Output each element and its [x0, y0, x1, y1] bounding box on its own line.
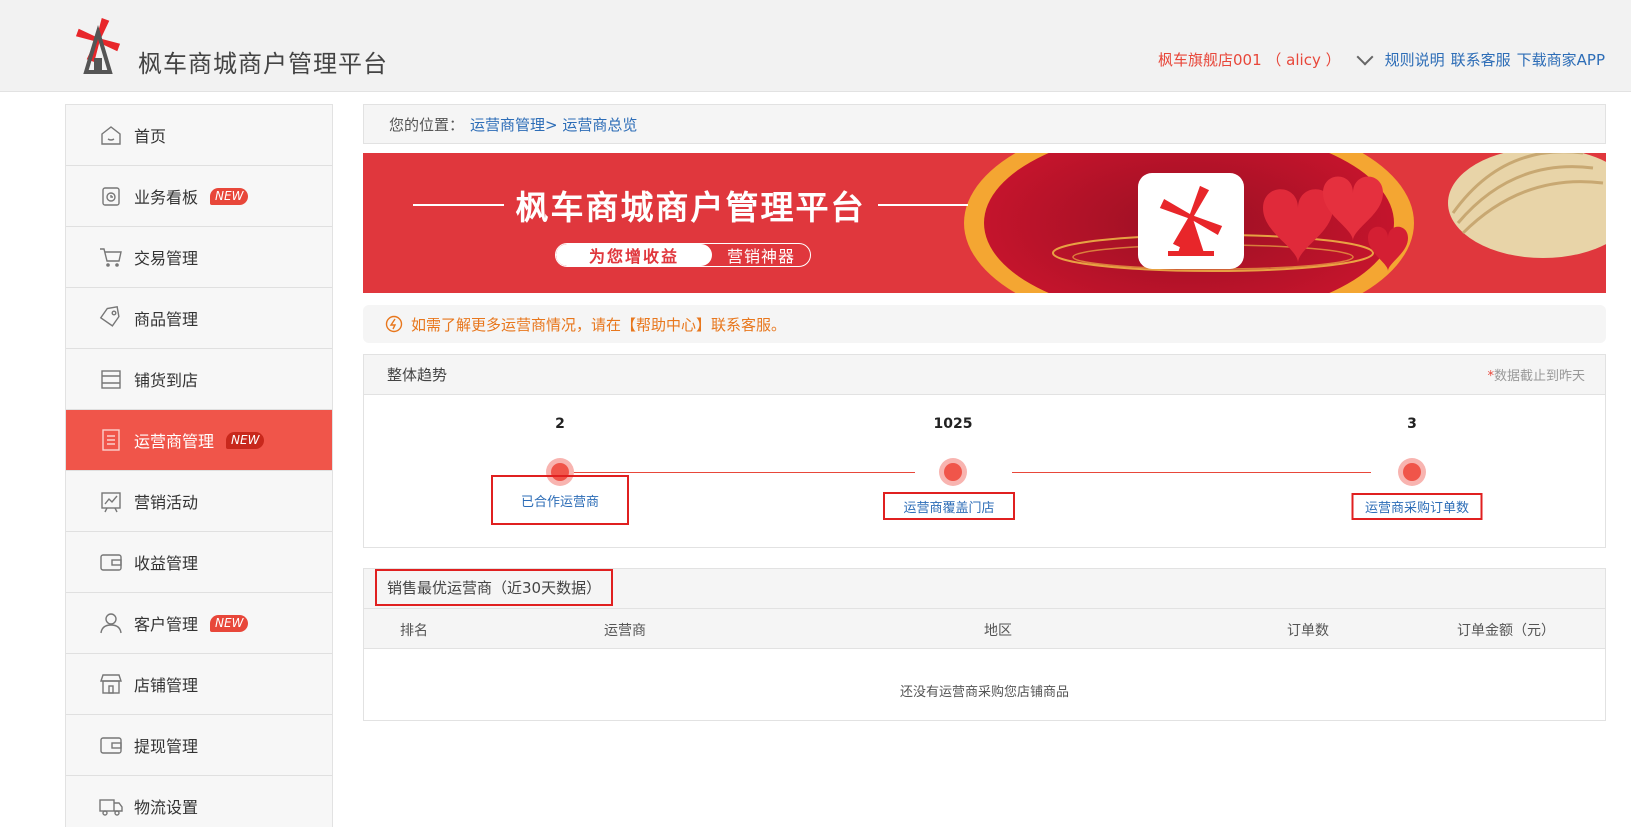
document-icon — [102, 429, 120, 451]
trend-panel: 整体趋势 *数据截止到昨天 2 已合作运营商 1025 运营商覆盖门店 3 运营… — [363, 354, 1606, 548]
slogan-part-b: 营销神器 — [726, 247, 795, 266]
sidebar-item-label: 收益管理 — [134, 554, 199, 573]
sidebar-item-label: 客户管理 — [134, 615, 199, 634]
banner-line-right — [877, 204, 968, 206]
sidebar-item-withdraw[interactable]: 提现管理 — [66, 715, 332, 776]
notice-bar: 如需了解更多运营商情况，请在【帮助中心】联系客服。 — [363, 305, 1606, 343]
sidebar-item-home[interactable]: 首页 — [66, 105, 332, 166]
connector-line — [560, 472, 915, 473]
new-badge: NEW — [226, 431, 265, 449]
store-name[interactable]: 枫车旗舰店001 （ alicy ） — [1158, 49, 1341, 70]
trend-note-text: 数据截止到昨天 — [1493, 369, 1585, 384]
sales-title: 销售最优运营商（近30天数据） — [375, 569, 614, 606]
metric-value: 2 — [555, 416, 565, 432]
sidebar-item-label: 运营商管理 — [134, 432, 215, 451]
home-icon — [101, 126, 121, 145]
wallet-icon — [100, 737, 122, 754]
sidebar-item-dashboard[interactable]: 业务看板 NEW — [66, 166, 332, 227]
column-order-count: 订单数 — [1287, 623, 1329, 639]
logo-icon — [75, 17, 121, 74]
top-operators-panel: 销售最优运营商（近30天数据） 排名 运营商 地区 订单数 订单金额（元） 还没… — [363, 568, 1606, 721]
user-icon — [100, 613, 122, 634]
rules-link[interactable]: 规则说明 — [1385, 49, 1445, 70]
app-logo-icon — [1138, 173, 1244, 269]
chart-board-icon — [101, 492, 121, 513]
sidebar-item-trade[interactable]: 交易管理 — [66, 227, 332, 288]
sidebar-item-label: 铺货到店 — [134, 371, 199, 390]
sidebar-item-distribute[interactable]: 铺货到店 — [66, 349, 332, 410]
dashboard-icon — [102, 187, 120, 206]
brand-title: 枫车商城商户管理平台 — [138, 50, 388, 78]
trend-title: 整体趋势 — [387, 366, 448, 384]
metric-label[interactable]: 运营商覆盖门店 — [883, 492, 1015, 520]
new-badge: NEW — [210, 187, 249, 205]
trend-header: 整体趋势 *数据截止到昨天 — [364, 355, 1605, 395]
breadcrumb-link[interactable]: 运营商管理> 运营商总览 — [470, 114, 637, 135]
shop-icon — [100, 674, 122, 694]
sidebar-item-logistics[interactable]: 物流设置 — [66, 776, 332, 827]
metric-dot — [1398, 458, 1426, 486]
breadcrumb: 您的位置： 运营商管理> 运营商总览 — [363, 104, 1606, 144]
trend-note: *数据截止到昨天 — [1487, 365, 1585, 384]
sidebar-item-label: 商品管理 — [134, 310, 199, 329]
sidebar-item-customer[interactable]: 客户管理 NEW — [66, 593, 332, 654]
wallet-icon — [100, 554, 122, 571]
column-order-amount: 订单金额（元） — [1457, 623, 1555, 639]
sidebar-item-label: 物流设置 — [134, 798, 199, 817]
metric-label[interactable]: 运营商采购订单数 — [1351, 493, 1483, 520]
sidebar-item-income[interactable]: 收益管理 — [66, 532, 332, 593]
top-header: 枫车商城商户管理平台 枫车旗舰店001 （ alicy ） 规则说明 联系客服 … — [0, 0, 1631, 92]
sidebar: 首页 业务看板 NEW 交易管理 商品管理 铺货到店 运营商管理 NEW 营销活… — [65, 104, 333, 827]
column-region: 地区 — [984, 623, 1012, 639]
sidebar-item-label: 营销活动 — [134, 493, 199, 512]
banner-line-left — [413, 204, 504, 206]
tag-icon — [99, 305, 120, 327]
sidebar-item-label: 提现管理 — [134, 737, 199, 756]
sidebar-item-label: 交易管理 — [134, 249, 199, 268]
table-header: 排名 运营商 地区 订单数 订单金额（元） — [364, 609, 1605, 649]
notice-text: 如需了解更多运营商情况，请在【帮助中心】联系客服。 — [411, 315, 787, 334]
cart-icon — [100, 248, 122, 267]
banner-slogan: 为您增收益 营销神器 — [555, 243, 811, 267]
connector-line — [1012, 472, 1371, 473]
sidebar-item-goods[interactable]: 商品管理 — [66, 288, 332, 349]
help-circle-icon — [385, 315, 403, 333]
metric-dot — [939, 458, 967, 486]
sidebar-item-label: 业务看板 — [134, 188, 199, 207]
slogan-part-a: 为您增收益 — [556, 244, 712, 266]
chevron-down-icon[interactable] — [1356, 48, 1374, 66]
metric-label[interactable]: 已合作运营商 — [491, 475, 629, 525]
column-operator: 运营商 — [604, 623, 646, 639]
sales-header: 销售最优运营商（近30天数据） — [364, 569, 1605, 609]
breadcrumb-prefix: 您的位置： — [389, 115, 465, 134]
metric-value: 1025 — [933, 416, 973, 432]
download-app-link[interactable]: 下载商家APP — [1517, 49, 1605, 70]
sidebar-item-label: 店铺管理 — [134, 676, 199, 695]
sidebar-item-operator[interactable]: 运营商管理 NEW — [66, 410, 332, 471]
sidebar-item-shop[interactable]: 店铺管理 — [66, 654, 332, 715]
new-badge: NEW — [210, 614, 249, 632]
column-rank: 排名 — [400, 623, 428, 639]
truck-icon — [99, 799, 123, 816]
store-shelf-icon — [101, 370, 121, 389]
support-link[interactable]: 联系客服 — [1451, 49, 1511, 70]
empty-state: 还没有运营商采购您店铺商品 — [899, 685, 1069, 700]
sidebar-item-marketing[interactable]: 营销活动 — [66, 471, 332, 532]
header-links: 枫车旗舰店001 （ alicy ） 规则说明 联系客服 下载商家APP — [1158, 48, 1605, 70]
main-content: 您的位置： 运营商管理> 运营商总览 枫车商城商户管理平台 为您增收益 营销神器… — [363, 104, 1606, 721]
sidebar-item-label: 首页 — [134, 127, 167, 146]
metric-value: 3 — [1407, 416, 1417, 432]
banner-title: 枫车商城商户管理平台 — [515, 188, 866, 227]
promo-banner[interactable]: 枫车商城商户管理平台 为您增收益 营销神器 — [363, 153, 1606, 293]
banner-title-wrap: 枫车商城商户管理平台 — [413, 181, 968, 229]
